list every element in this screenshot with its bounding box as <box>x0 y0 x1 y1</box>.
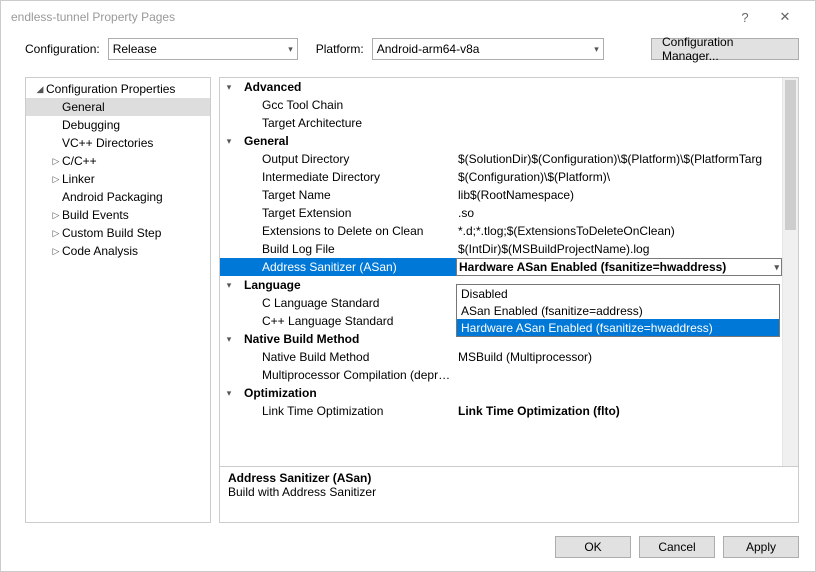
tree-expand-icon[interactable]: ▷ <box>50 228 62 239</box>
sidebar-item-c-c-[interactable]: ▷C/C++ <box>26 152 210 170</box>
tree-expand-icon[interactable]: ▷ <box>50 156 62 167</box>
category-optimization[interactable]: ▾Optimization <box>220 384 798 402</box>
sidebar-item-linker[interactable]: ▷Linker <box>26 170 210 188</box>
property-value[interactable]: .so <box>456 206 782 220</box>
apply-button[interactable]: Apply <box>723 536 799 558</box>
property-key: Multiprocessor Compilation (deprecated) <box>238 368 456 382</box>
property-grid[interactable]: ▾Advanced Gcc Tool Chain Target Architectu… <box>220 78 798 466</box>
property-key: Link Time Optimization <box>238 404 456 418</box>
dropdown-option[interactable]: Disabled <box>457 285 779 302</box>
property-output-directory[interactable]: Output Directory$(SolutionDir)$(Configur… <box>220 150 798 168</box>
close-icon[interactable]: ✕ <box>765 9 805 25</box>
vertical-scrollbar[interactable] <box>782 78 798 466</box>
property-address-sanitizer-asan-[interactable]: Address Sanitizer (ASan)Hardware ASan En… <box>220 258 798 276</box>
description-title: Address Sanitizer (ASan) <box>228 471 790 485</box>
configuration-value: Release <box>113 42 157 56</box>
property-value[interactable]: Link Time Optimization (flto) <box>456 404 782 418</box>
description-panel: Address Sanitizer (ASan) Build with Addr… <box>220 466 798 522</box>
property-native-build-method[interactable]: Native Build MethodMSBuild (Multiprocess… <box>220 348 798 366</box>
platform-label: Platform: <box>316 42 364 56</box>
tree-expand-icon[interactable]: ▷ <box>50 210 62 221</box>
property-key: Target Extension <box>238 206 456 220</box>
collapse-icon[interactable]: ▾ <box>220 280 238 291</box>
sidebar-item-android-packaging[interactable]: Android Packaging <box>26 188 210 206</box>
sidebar-item-general[interactable]: General <box>26 98 210 116</box>
property-key: Target Architecture <box>238 116 456 130</box>
description-body: Build with Address Sanitizer <box>228 485 790 499</box>
tree-expand-icon[interactable]: ▷ <box>50 246 62 257</box>
category-advanced[interactable]: ▾Advanced <box>220 78 798 96</box>
collapse-icon[interactable]: ▾ <box>220 82 238 93</box>
property-link-time-optimization[interactable]: Link Time OptimizationLink Time Optimiza… <box>220 402 798 420</box>
property-key: Target Name <box>238 188 456 202</box>
property-key: Native Build Method <box>238 350 456 364</box>
sidebar-item-custom-build-step[interactable]: ▷Custom Build Step <box>26 224 210 242</box>
property-value-editor[interactable]: Hardware ASan Enabled (fsanitize=hwaddre… <box>456 258 782 276</box>
property-value[interactable]: MSBuild (Multiprocessor) <box>456 350 782 364</box>
config-row: Configuration: Release ▾ Platform: Andro… <box>1 33 815 65</box>
configuration-manager-button[interactable]: Configuration Manager... <box>651 38 799 60</box>
property-value[interactable]: $(Configuration)\$(Platform)\ <box>456 170 782 184</box>
property-target-extension[interactable]: Target Extension.so <box>220 204 798 222</box>
configuration-select[interactable]: Release ▾ <box>108 38 298 60</box>
property-pages-dialog: endless-tunnel Property Pages ? ✕ Config… <box>0 0 816 572</box>
property-key: Extensions to Delete on Clean <box>238 224 456 238</box>
window-title: endless-tunnel Property Pages <box>11 10 725 24</box>
chevron-down-icon: ▾ <box>288 44 293 55</box>
property-intermediate-directory[interactable]: Intermediate Directory$(Configuration)\$… <box>220 168 798 186</box>
platform-select[interactable]: Android-arm64-v8a ▾ <box>372 38 604 60</box>
property-key: Address Sanitizer (ASan) <box>238 260 456 274</box>
collapse-icon[interactable]: ▾ <box>220 136 238 147</box>
property-build-log-file[interactable]: Build Log File$(IntDir)$(MSBuildProjectN… <box>220 240 798 258</box>
dropdown-option[interactable]: Hardware ASan Enabled (fsanitize=hwaddre… <box>457 319 779 336</box>
property-target-architecture[interactable]: Target Architecture <box>220 114 798 132</box>
property-value[interactable]: lib$(RootNamespace) <box>456 188 782 202</box>
chevron-down-icon: ▾ <box>594 44 599 55</box>
property-gcc-tool-chain[interactable]: Gcc Tool Chain <box>220 96 798 114</box>
content-area: ◢Configuration PropertiesGeneralDebuggin… <box>1 65 815 523</box>
tree-root-item[interactable]: ◢Configuration Properties <box>26 80 210 98</box>
collapse-icon[interactable]: ▾ <box>220 334 238 345</box>
property-value[interactable]: *.d;*.tlog;$(ExtensionsToDeleteOnClean) <box>456 224 782 238</box>
sidebar-item-code-analysis[interactable]: ▷Code Analysis <box>26 242 210 260</box>
sidebar-item-debugging[interactable]: Debugging <box>26 116 210 134</box>
configuration-label: Configuration: <box>25 42 100 56</box>
property-key: Intermediate Directory <box>238 170 456 184</box>
property-key: Gcc Tool Chain <box>238 98 456 112</box>
tree-expand-icon[interactable]: ▷ <box>50 174 62 185</box>
dropdown-option[interactable]: ASan Enabled (fsanitize=address) <box>457 302 779 319</box>
property-target-name[interactable]: Target Namelib$(RootNamespace) <box>220 186 798 204</box>
collapse-icon[interactable]: ▾ <box>220 388 238 399</box>
property-key: Output Directory <box>238 152 456 166</box>
category-general[interactable]: ▾General <box>220 132 798 150</box>
property-multiprocessor-compilation-deprecated-[interactable]: Multiprocessor Compilation (deprecated) <box>220 366 798 384</box>
dialog-buttons: OK Cancel Apply <box>1 523 815 571</box>
tree-expand-icon[interactable]: ◢ <box>34 84 46 95</box>
help-icon[interactable]: ? <box>725 10 765 25</box>
platform-value: Android-arm64-v8a <box>377 42 480 56</box>
property-value[interactable]: $(SolutionDir)$(Configuration)\$(Platfor… <box>456 152 782 166</box>
asan-dropdown[interactable]: DisabledASan Enabled (fsanitize=address)… <box>456 284 780 337</box>
titlebar: endless-tunnel Property Pages ? ✕ <box>1 1 815 33</box>
sidebar-item-vc-directories[interactable]: VC++ Directories <box>26 134 210 152</box>
sidebar-item-build-events[interactable]: ▷Build Events <box>26 206 210 224</box>
scrollbar-thumb[interactable] <box>785 80 796 230</box>
property-key: C Language Standard <box>238 296 456 310</box>
chevron-down-icon[interactable]: ▾ <box>774 262 779 273</box>
property-key: Build Log File <box>238 242 456 256</box>
property-value[interactable]: $(IntDir)$(MSBuildProjectName).log <box>456 242 782 256</box>
ok-button[interactable]: OK <box>555 536 631 558</box>
property-extensions-to-delete-on-clean[interactable]: Extensions to Delete on Clean*.d;*.tlog;… <box>220 222 798 240</box>
property-key: C++ Language Standard <box>238 314 456 328</box>
cancel-button[interactable]: Cancel <box>639 536 715 558</box>
sidebar-tree[interactable]: ◢Configuration PropertiesGeneralDebuggin… <box>25 77 211 523</box>
property-grid-panel: ▾Advanced Gcc Tool Chain Target Architectu… <box>219 77 799 523</box>
